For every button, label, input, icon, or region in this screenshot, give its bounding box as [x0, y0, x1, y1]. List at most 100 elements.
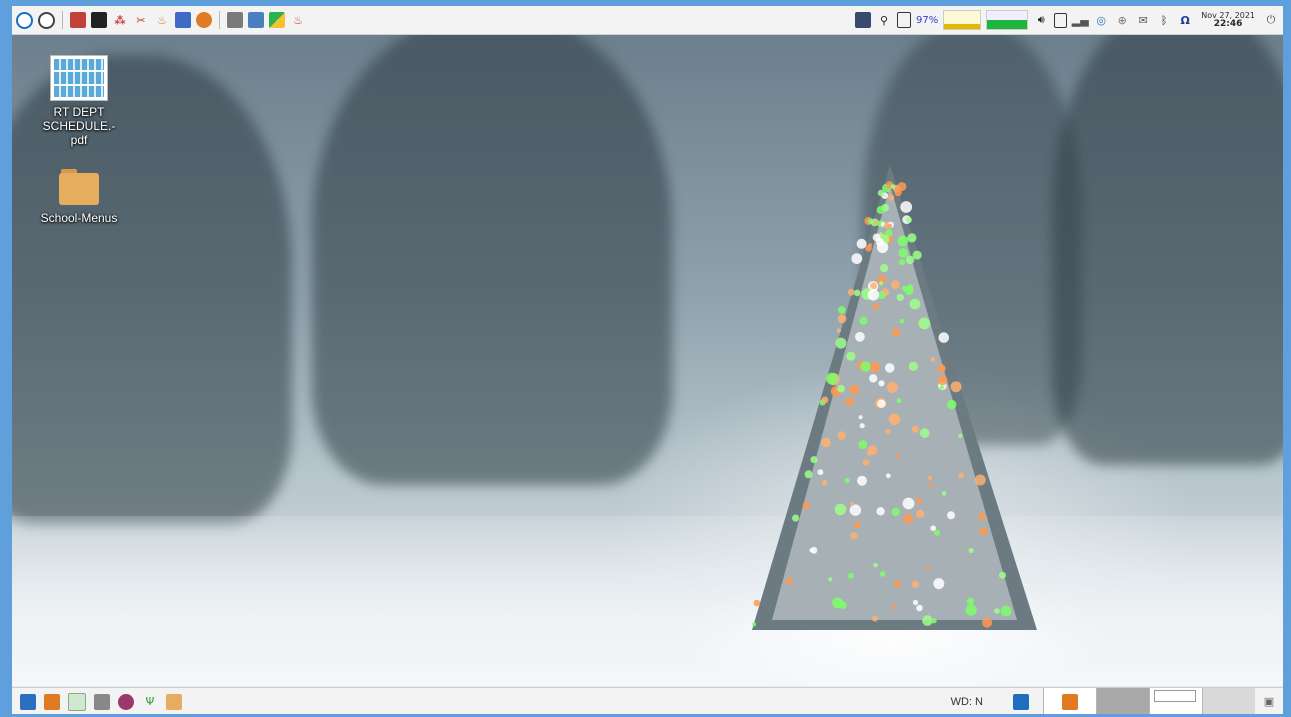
tree-light [938, 332, 950, 343]
tree-light [858, 440, 868, 450]
tree-light [958, 472, 965, 479]
search-icon[interactable]: ⚲ [876, 12, 892, 28]
bluetooth-icon[interactable]: ᛒ [1156, 12, 1172, 28]
calculator-icon[interactable] [227, 12, 243, 28]
pager-desktop-2[interactable] [1096, 688, 1149, 714]
tree-light [979, 527, 988, 536]
tree-light [902, 497, 915, 510]
terminal-icon[interactable] [91, 12, 107, 28]
tree-light [898, 248, 908, 258]
tree-light [947, 399, 957, 410]
clipboard-icon[interactable] [1054, 12, 1068, 28]
tree-light [929, 482, 934, 487]
tree-light [753, 599, 761, 607]
tree-light [898, 259, 906, 266]
desktop-icon-label: RT DEPT SCHEDULE.-pdf [42, 105, 116, 147]
tree-light [891, 507, 900, 517]
tree-light [905, 255, 915, 265]
tree-light [810, 456, 818, 464]
package-manager-icon[interactable] [118, 693, 134, 710]
desktop-pager [1043, 688, 1255, 714]
christmas-tree [672, 165, 1112, 686]
folder-icon [59, 167, 99, 205]
tree-light [853, 289, 861, 297]
cpu-monitor[interactable] [943, 10, 982, 30]
tree-light [888, 413, 901, 426]
control-center-icon[interactable] [70, 12, 86, 28]
tree-light [810, 546, 818, 554]
display-icon[interactable] [1013, 693, 1029, 710]
tree-light [897, 182, 907, 192]
maps-icon[interactable] [269, 12, 285, 28]
folder-icon[interactable] [166, 693, 182, 710]
battery-icon[interactable] [896, 12, 911, 28]
tree-light [832, 597, 844, 609]
tree-light [908, 361, 919, 371]
tree-light [872, 615, 878, 622]
tree-light [933, 529, 941, 536]
tree-light [804, 470, 813, 479]
tree-light [905, 217, 912, 223]
pager-desktop-4[interactable] [1202, 688, 1255, 714]
tree-light [880, 264, 889, 273]
mail-status-icon[interactable]: ⊕ [1114, 12, 1130, 28]
tree-light [826, 372, 838, 385]
tree-light [958, 433, 963, 438]
tree-light [927, 475, 932, 480]
tree-light [876, 206, 885, 214]
java-icon[interactable]: ♨ [154, 12, 170, 28]
tree-light [891, 605, 897, 610]
skype-icon[interactable]: ◎ [1093, 12, 1109, 28]
tree-light [897, 235, 909, 247]
wd-label: WD: N [950, 695, 983, 708]
tree-light [835, 337, 847, 349]
network-monitor[interactable] [986, 10, 1029, 30]
clock[interactable]: Nov 27, 2021 22:46 [1198, 11, 1258, 29]
trash-icon[interactable]: ▣ [1261, 694, 1277, 710]
tree-light [837, 306, 846, 314]
omega-icon[interactable]: Ω [1177, 12, 1193, 28]
pager-desktop-3[interactable] [1149, 688, 1202, 714]
pdf-file-icon [50, 55, 108, 101]
tree-light [930, 357, 936, 362]
tree-light [999, 571, 1006, 579]
desktop-icon-school-menus[interactable]: School-Menus [39, 165, 119, 225]
settings-icon[interactable] [94, 693, 110, 710]
desktop-icon-rt-dept-schedule[interactable]: RT DEPT SCHEDULE.-pdf [39, 55, 119, 147]
tree-light [851, 253, 863, 264]
tree-light [837, 384, 845, 393]
text-editor-icon[interactable] [68, 692, 86, 711]
photo-viewer-icon[interactable] [175, 12, 191, 28]
tools-icon[interactable]: ✂ [133, 12, 149, 28]
tree-light [904, 286, 914, 296]
desktop[interactable]: RT DEPT SCHEDULE.-pdf School-Menus [12, 35, 1283, 686]
tree-light [752, 622, 757, 627]
file-manager-icon[interactable] [44, 693, 60, 710]
email-icon[interactable]: ✉ [1135, 12, 1151, 28]
clock-app-icon[interactable] [38, 11, 55, 29]
volume-icon[interactable]: 🔊︎ [1033, 12, 1049, 28]
image-editor-icon[interactable] [248, 12, 264, 28]
clock-time: 22:46 [1213, 19, 1243, 29]
separator [62, 11, 63, 29]
tree-light [915, 497, 923, 504]
tree-light [900, 201, 913, 213]
tree-light [896, 293, 904, 302]
monitor-icon[interactable] [854, 12, 871, 28]
tree-light [867, 289, 880, 301]
tree-light [865, 245, 872, 252]
tree-light [837, 431, 846, 440]
tree-light [876, 507, 885, 516]
pager-desktop-1[interactable] [1043, 688, 1096, 714]
menu-icon[interactable] [16, 11, 33, 29]
network-icon[interactable]: ▂▄ [1072, 12, 1089, 28]
network-tool-icon[interactable]: Ψ [142, 694, 158, 710]
show-desktop-icon[interactable] [20, 693, 36, 710]
tree-light [891, 280, 900, 290]
power-icon[interactable]: ⏻ [1263, 12, 1279, 28]
tree-light [856, 238, 867, 249]
calendar-icon[interactable]: ⁂ [112, 12, 128, 28]
tree-light [847, 288, 855, 296]
java-app-icon[interactable]: ♨ [290, 12, 306, 28]
chat-icon[interactable] [196, 12, 212, 28]
